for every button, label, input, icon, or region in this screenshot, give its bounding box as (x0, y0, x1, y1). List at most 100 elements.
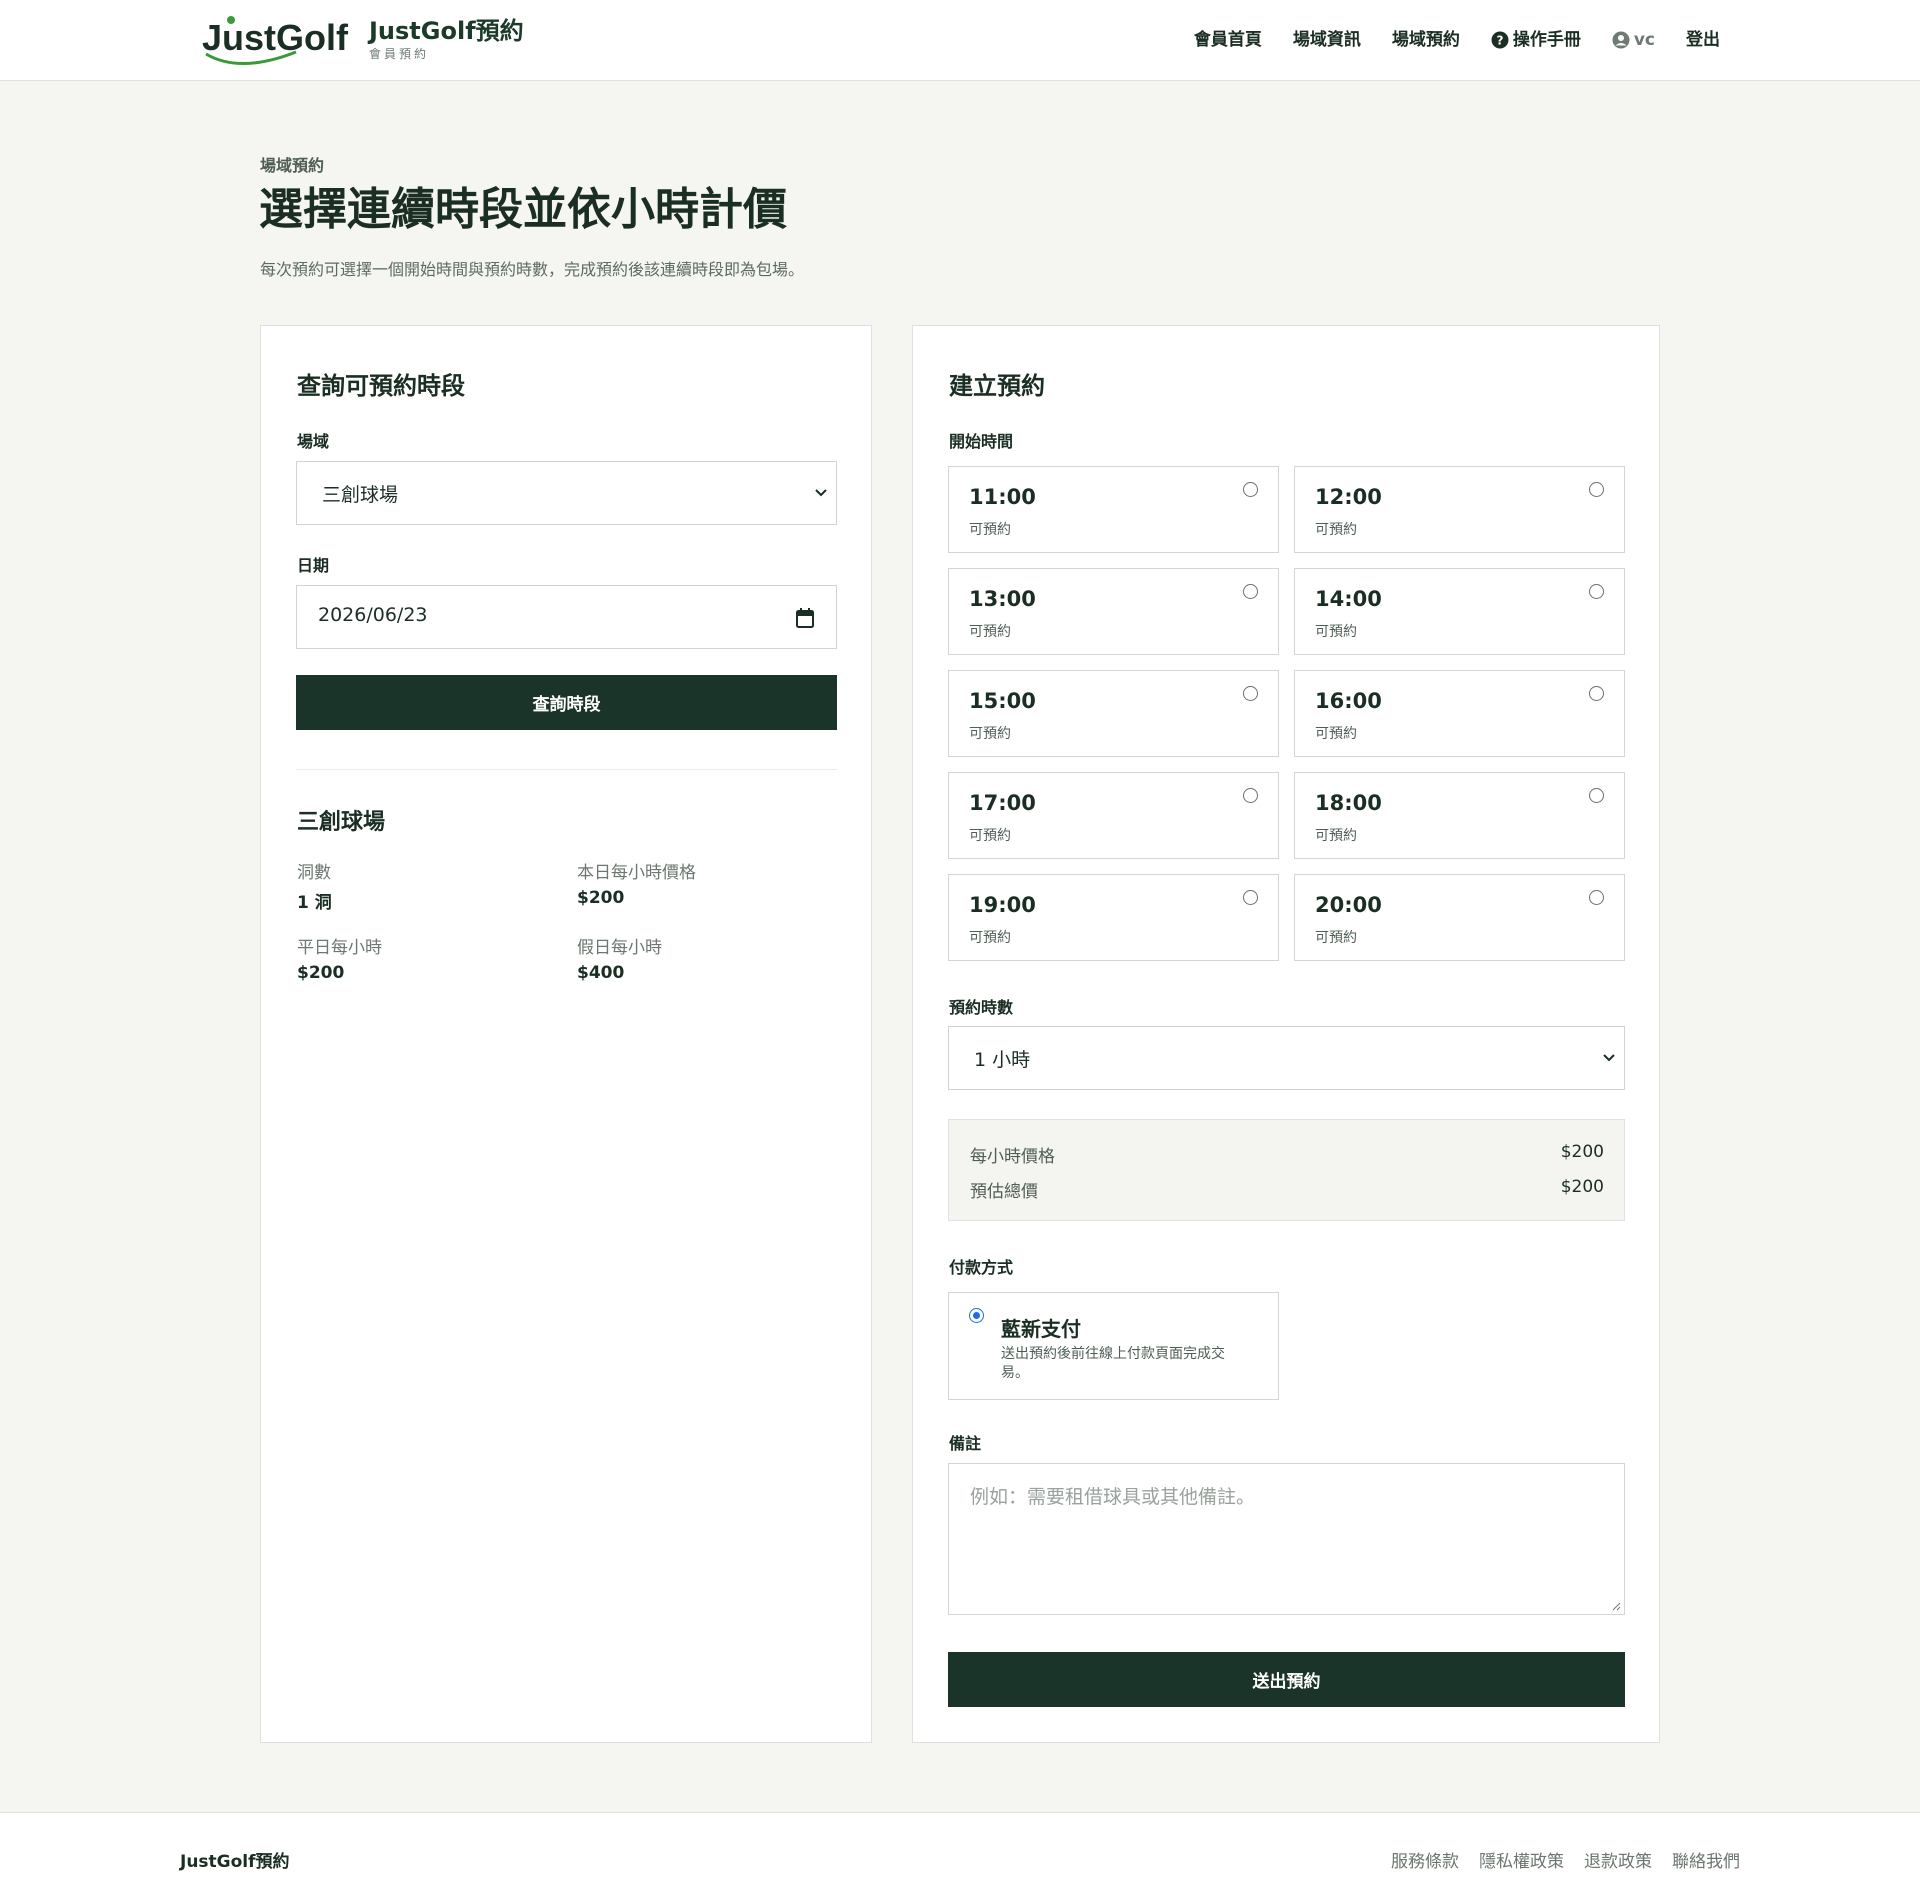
time-slot-radio[interactable] (1243, 890, 1258, 905)
brand-subtitle: 會員預約 (369, 47, 430, 61)
time-slot-radio[interactable] (1243, 482, 1258, 497)
calendar-icon[interactable] (796, 608, 814, 628)
payment-title: 藍新支付 (1001, 1317, 1081, 1341)
time-slot-status: 可預約 (969, 624, 1011, 640)
venue-select-value: 三創球場 (322, 484, 399, 506)
start-time-label: 開始時間 (949, 432, 1014, 451)
hours-label: 預約時數 (949, 998, 1014, 1017)
top-header: JustGolf JustGolf預約 會員預約 會員首頁 場域資訊 場域預約 … (0, 0, 1920, 81)
hourly-price-label: 每小時價格 (970, 1147, 1055, 1167)
note-placeholder: 例如：需要租借球具或其他備註。 (970, 1486, 1256, 1508)
svg-text:?: ? (1496, 34, 1503, 48)
time-slot[interactable]: 20:00 可預約 (1294, 874, 1625, 961)
main-nav: 會員首頁 場域資訊 場域預約 ? 操作手冊 vc 登出 (1163, 28, 1720, 52)
time-slot-radio[interactable] (1589, 890, 1604, 905)
time-slot-radio[interactable] (1243, 686, 1258, 701)
footer-link-privacy[interactable]: 隱私權政策 (1479, 1847, 1564, 1872)
venue-info-title: 三創球場 (297, 810, 386, 835)
nav-user[interactable]: vc (1612, 28, 1655, 52)
time-slot-time: 19:00 (969, 893, 1036, 917)
price-summary: 每小時價格 $200 預估總價 $200 (948, 1119, 1625, 1221)
footer-link-terms[interactable]: 服務條款 (1391, 1847, 1459, 1872)
holes-label: 洞數 (297, 863, 331, 883)
chevron-down-icon (1603, 1054, 1615, 1062)
footer-links: 服務條款 隱私權政策 退款政策 聯絡我們 (1371, 1847, 1740, 1872)
query-card: 查詢可預約時段 場域 三創球場 日期 2026/06/23 查詢時段 三創球場 … (260, 325, 872, 1743)
booking-card-title: 建立預約 (949, 372, 1045, 400)
time-slot-radio[interactable] (1589, 686, 1604, 701)
nav-manual[interactable]: ? 操作手冊 (1491, 28, 1581, 52)
time-slot-status: 可預約 (1315, 624, 1357, 640)
time-slot-time: 18:00 (1315, 791, 1382, 815)
logo-wordmark: JustGolf (202, 17, 349, 58)
time-slot-radio[interactable] (1243, 584, 1258, 599)
date-input[interactable]: 2026/06/23 (296, 585, 837, 649)
time-slot-time: 16:00 (1315, 689, 1382, 713)
chevron-down-icon (815, 489, 827, 497)
nav-logout[interactable]: 登出 (1686, 28, 1720, 52)
time-slot[interactable]: 15:00 可預約 (948, 670, 1279, 757)
user-circle-icon (1612, 31, 1630, 49)
holiday-price-label: 假日每小時 (577, 938, 662, 958)
time-slot-status: 可預約 (969, 930, 1011, 946)
submit-booking-button[interactable]: 送出預約 (948, 1652, 1625, 1707)
time-slot[interactable]: 19:00 可預約 (948, 874, 1279, 961)
time-slot[interactable]: 11:00 可預約 (948, 466, 1279, 553)
payment-description: 送出預約後前往線上付款頁面完成交易。 (1001, 1346, 1225, 1381)
time-slot[interactable]: 18:00 可預約 (1294, 772, 1625, 859)
today-price-label: 本日每小時價格 (577, 863, 696, 883)
time-slot[interactable]: 14:00 可預約 (1294, 568, 1625, 655)
time-slot-radio[interactable] (1589, 482, 1604, 497)
time-slot[interactable]: 16:00 可預約 (1294, 670, 1625, 757)
nav-booking[interactable]: 場域預約 (1392, 28, 1460, 52)
note-label: 備註 (949, 1434, 982, 1453)
time-slot-status: 可預約 (1315, 930, 1357, 946)
footer-brand[interactable]: JustGolf預約 (180, 1847, 290, 1872)
nav-user-label: vc (1633, 30, 1655, 50)
page-description: 每次預約可選擇一個開始時間與預約時數，完成預約後該連續時段即為包場。 (260, 260, 805, 279)
booking-card: 建立預約 開始時間 11:00 可預約 12:00 可預約 13:00 可預約 14:00 可… (912, 325, 1660, 1743)
weekday-price-label: 平日每小時 (297, 938, 382, 958)
today-price-value: $200 (577, 888, 625, 908)
time-slot[interactable]: 17:00 可預約 (948, 772, 1279, 859)
hours-select-value: 1 小時 (974, 1049, 1031, 1071)
query-card-title: 查詢可預約時段 (297, 372, 465, 400)
weekday-price-value: $200 (297, 963, 345, 983)
time-slot-status: 可預約 (969, 828, 1011, 844)
nav-home[interactable]: 會員首頁 (1194, 28, 1262, 52)
site-footer: JustGolf預約 服務條款 隱私權政策 退款政策 聯絡我們 (0, 1812, 1920, 1899)
time-slot-radio[interactable] (1589, 584, 1604, 599)
time-slot-status: 可預約 (969, 522, 1011, 538)
payment-option-newebpay[interactable]: 藍新支付 送出預約後前往線上付款頁面完成交易。 (948, 1292, 1279, 1400)
footer-link-contact[interactable]: 聯絡我們 (1672, 1847, 1740, 1872)
resize-grip-icon[interactable] (1611, 1601, 1621, 1611)
time-slot-radio[interactable] (1589, 788, 1604, 803)
brand-block: JustGolf預約 會員預約 (369, 16, 524, 62)
page-title: 選擇連續時段並依小時計價 (259, 184, 787, 235)
time-slot[interactable]: 13:00 可預約 (948, 568, 1279, 655)
time-slot-time: 14:00 (1315, 587, 1382, 611)
time-slot-time: 11:00 (969, 485, 1036, 509)
date-label: 日期 (297, 556, 330, 575)
time-slot-radio[interactable] (1243, 788, 1258, 803)
time-slot-time: 13:00 (969, 587, 1036, 611)
venue-select[interactable]: 三創球場 (296, 461, 837, 525)
footer-link-refund[interactable]: 退款政策 (1584, 1847, 1652, 1872)
time-slot-status: 可預約 (969, 726, 1011, 742)
nav-manual-label: 操作手冊 (1512, 30, 1581, 50)
time-slot-status: 可預約 (1315, 522, 1357, 538)
time-slot[interactable]: 12:00 可預約 (1294, 466, 1625, 553)
justgolf-logo[interactable]: JustGolf (200, 12, 350, 68)
time-slot-time: 12:00 (1315, 485, 1382, 509)
payment-radio[interactable] (969, 1308, 984, 1323)
brand-title[interactable]: JustGolf預約 (369, 16, 524, 46)
note-textarea[interactable]: 例如：需要租借球具或其他備註。 (948, 1463, 1625, 1615)
hours-select[interactable]: 1 小時 (948, 1026, 1625, 1090)
total-price-label: 預估總價 (970, 1182, 1038, 1202)
nav-venues[interactable]: 場域資訊 (1293, 28, 1361, 52)
time-slot-status: 可預約 (1315, 828, 1357, 844)
page-eyebrow: 場域預約 (260, 156, 325, 175)
question-circle-icon: ? (1491, 31, 1509, 49)
query-slots-button[interactable]: 查詢時段 (296, 675, 837, 730)
venue-label: 場域 (297, 432, 330, 451)
